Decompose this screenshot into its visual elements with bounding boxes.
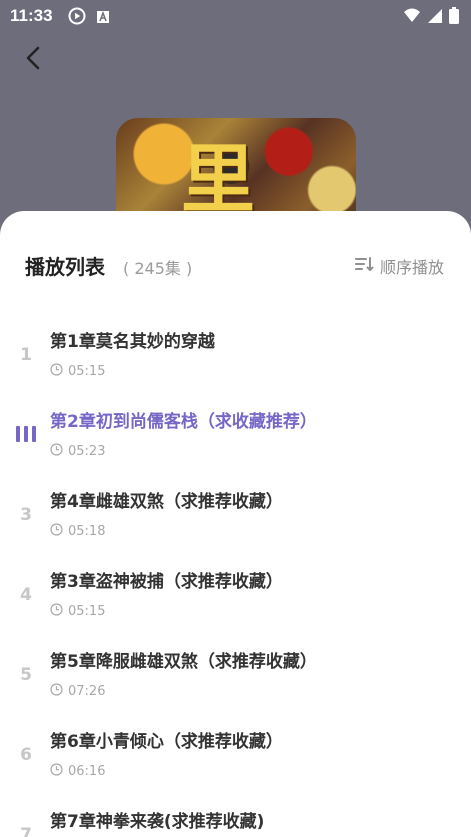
episode-title: 第2章初到尚儒客栈（求收藏推荐）	[50, 412, 317, 432]
playlist-title: 播放列表	[25, 255, 105, 279]
episode-duration: 05:23	[68, 444, 106, 459]
episode-title: 第1章莫名其妙的穿越	[50, 332, 215, 352]
episode-duration: 06:16	[68, 764, 106, 779]
playlist-header: 播放列表 ( 245集 ) 顺序播放	[0, 211, 471, 301]
clock-icon	[50, 763, 63, 780]
play-circle-icon	[68, 7, 86, 29]
episode-title: 第4章雌雄双煞（求推荐收藏）	[50, 492, 283, 512]
episode-duration: 05:18	[68, 524, 106, 539]
episode-meta: 05:15	[50, 363, 105, 380]
sort-order-icon	[354, 255, 374, 277]
episode-index: 4	[20, 585, 32, 605]
clock-icon	[50, 443, 63, 460]
now-playing-icon	[15, 424, 37, 444]
episode-item[interactable]: 6 第6章小青倾心（求推荐收藏） 06:16	[0, 715, 471, 795]
episode-meta: 05:18	[50, 523, 105, 540]
episode-index: 1	[20, 345, 32, 365]
episode-title: 第5章降服雌雄双煞（求推荐收藏）	[50, 652, 317, 672]
episode-title: 第3章盗神被捕（求推荐收藏）	[50, 572, 283, 592]
wifi-icon	[403, 8, 421, 27]
clock-icon	[50, 523, 63, 540]
episode-index: 7	[20, 825, 32, 837]
episode-item[interactable]: 1 第1章莫名其妙的穿越 05:15	[0, 315, 471, 395]
episode-title: 第6章小青倾心（求推荐收藏）	[50, 732, 283, 752]
status-icons-right	[403, 7, 459, 28]
episode-item[interactable]: 4 第3章盗神被捕（求推荐收藏） 05:15	[0, 555, 471, 635]
episode-index: 3	[20, 505, 32, 525]
episode-count: ( 245集 )	[123, 259, 193, 278]
signal-icon	[427, 8, 443, 28]
playlist-sheet: 播放列表 ( 245集 ) 顺序播放 1 第1章莫名其妙的穿越 05:15 第2…	[0, 211, 471, 837]
episode-duration: 05:15	[68, 604, 106, 619]
episode-list: 1 第1章莫名其妙的穿越 05:15 第2章初到尚儒客栈（求收藏推荐） 05:2…	[0, 315, 471, 837]
episode-meta: 07:26	[50, 683, 105, 700]
episode-index: 6	[20, 745, 32, 765]
episode-title: 第7章神拳来袭(求推荐收藏)	[50, 812, 265, 832]
status-time: 11:33	[10, 6, 53, 25]
episode-index: 5	[20, 665, 32, 685]
sort-order-button[interactable]: 顺序播放	[354, 254, 444, 278]
clock-icon	[50, 603, 63, 620]
sort-order-label: 顺序播放	[379, 258, 444, 277]
back-button[interactable]	[20, 44, 48, 72]
episode-duration: 05:15	[68, 364, 106, 379]
episode-item[interactable]: 7 第7章神拳来袭(求推荐收藏)	[0, 795, 471, 837]
episode-meta: 05:15	[50, 603, 105, 620]
status-bar: 11:33	[0, 0, 471, 34]
episode-item[interactable]: 3 第4章雌雄双煞（求推荐收藏） 05:18	[0, 475, 471, 555]
episode-item-playing[interactable]: 第2章初到尚儒客栈（求收藏推荐） 05:23	[0, 395, 471, 475]
clock-icon	[50, 683, 63, 700]
a-notification-icon	[96, 9, 110, 28]
status-icons-left	[68, 7, 110, 29]
chevron-left-icon	[26, 46, 40, 70]
battery-icon	[449, 7, 459, 28]
episode-meta: 06:16	[50, 763, 105, 780]
episode-item[interactable]: 5 第5章降服雌雄双煞（求推荐收藏） 07:26	[0, 635, 471, 715]
clock-icon	[50, 363, 63, 380]
episode-meta: 05:23	[50, 443, 105, 460]
episode-duration: 07:26	[68, 684, 106, 699]
